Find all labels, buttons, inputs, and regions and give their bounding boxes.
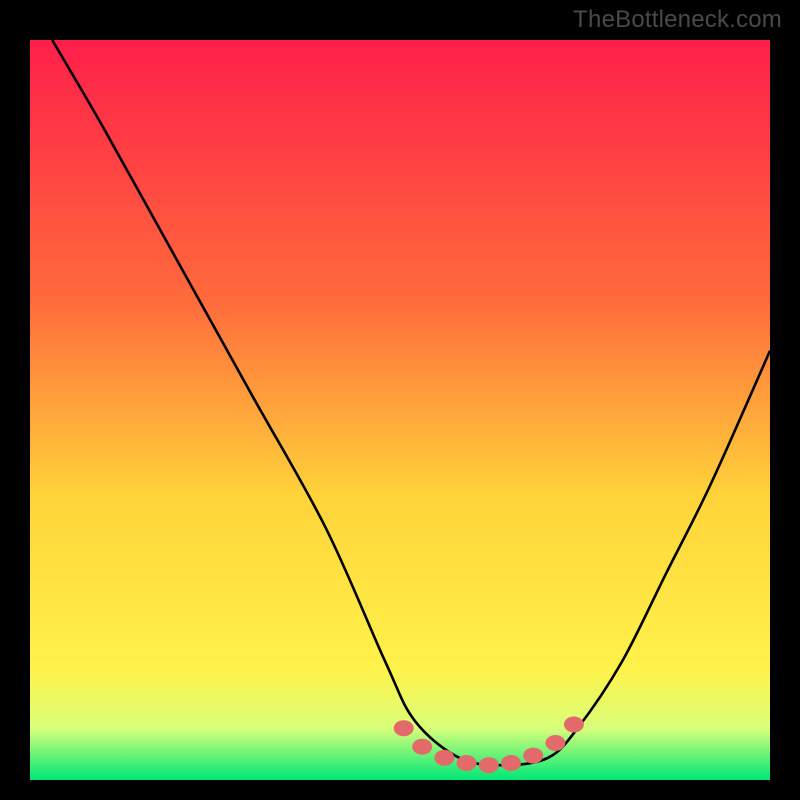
marker-dot (479, 757, 499, 773)
gradient-background (30, 40, 770, 780)
marker-dot (564, 717, 584, 733)
marker-dot (434, 750, 454, 766)
plot-area (30, 40, 770, 780)
marker-dot (457, 755, 477, 771)
marker-dot (545, 735, 565, 751)
marker-dot (523, 748, 543, 764)
marker-dot (394, 720, 414, 736)
attribution-label: TheBottleneck.com (573, 6, 782, 34)
marker-dot (501, 755, 521, 771)
chart-frame: TheBottleneck.com (0, 0, 800, 800)
marker-dot (412, 739, 432, 755)
bottleneck-chart (30, 40, 770, 780)
